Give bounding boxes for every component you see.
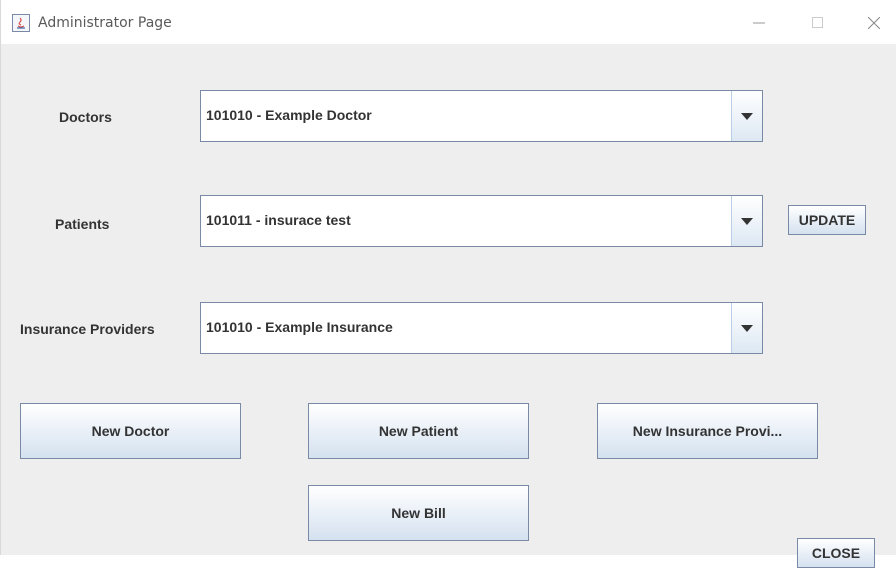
new-doctor-button[interactable]: New Doctor	[20, 403, 241, 459]
minimize-button[interactable]	[736, 8, 782, 38]
doctors-combobox[interactable]: 101010 - Example Doctor	[200, 90, 763, 142]
new-insurance-provider-button[interactable]: New Insurance Provi...	[597, 403, 818, 459]
doctors-selected-value: 101010 - Example Doctor	[206, 107, 372, 123]
new-bill-button[interactable]: New Bill	[308, 485, 529, 541]
admin-form: Doctors 101010 - Example Doctor Patients…	[1, 44, 896, 568]
chevron-down-icon	[741, 217, 753, 225]
minimize-icon	[753, 22, 765, 24]
new-patient-button[interactable]: New Patient	[308, 403, 529, 459]
patients-dropdown-button[interactable]	[731, 196, 762, 246]
update-button[interactable]: UPDATE	[788, 205, 866, 235]
patients-combobox[interactable]: 101011 - insurace test	[200, 195, 763, 247]
maximize-icon	[812, 17, 823, 28]
title-bar: Administrator Page	[1, 0, 896, 44]
insurance-providers-label: Insurance Providers	[20, 321, 155, 337]
maximize-button[interactable]	[795, 8, 841, 38]
doctors-label: Doctors	[59, 109, 112, 125]
patients-label: Patients	[55, 216, 110, 232]
java-app-icon	[12, 14, 30, 32]
insurance-providers-combobox[interactable]: 101010 - Example Insurance	[200, 302, 763, 354]
chevron-down-icon	[741, 112, 753, 120]
chevron-down-icon	[741, 324, 753, 332]
close-button[interactable]: CLOSE	[797, 538, 875, 568]
patients-selected-value: 101011 - insurace test	[206, 212, 351, 228]
doctors-dropdown-button[interactable]	[731, 91, 762, 141]
close-icon	[868, 17, 880, 29]
app-window: Administrator Page Doctors 101010 - Exam…	[0, 0, 896, 568]
window-title: Administrator Page	[38, 15, 172, 31]
close-window-button[interactable]	[851, 8, 896, 38]
insurance-selected-value: 101010 - Example Insurance	[206, 319, 393, 335]
insurance-dropdown-button[interactable]	[731, 303, 762, 353]
